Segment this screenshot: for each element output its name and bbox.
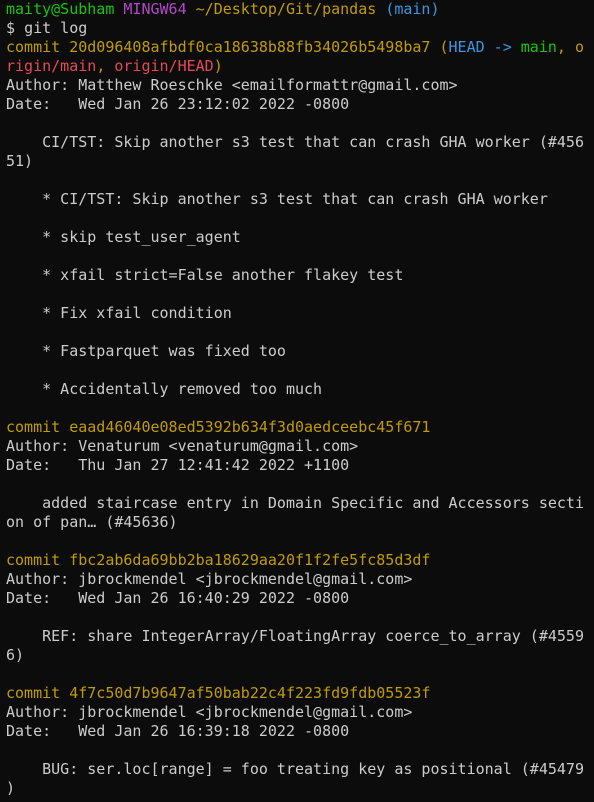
commit-message-line: * skip test_user_agent — [6, 228, 241, 246]
commit-message-line: added staircase entry in Domain Specific… — [6, 494, 584, 512]
commit-header: commit fbc2ab6da69bb2ba18629aa20f1f2fe5f… — [6, 551, 594, 570]
commit-hash: 20d096408afbdf0ca18638b88fb34026b5498ba7 — [69, 38, 431, 56]
commit-message-line — [6, 323, 594, 342]
commit-header: commit 20d096408afbdf0ca18638b88fb34026b… — [6, 38, 584, 56]
command-text: git log — [24, 19, 88, 37]
commit-date: Date: Thu Jan 27 12:41:42 2022 +1100 — [6, 456, 350, 474]
commit-author: Author: jbrockmendel <jbrockmendel@gmail… — [6, 570, 413, 588]
command-line[interactable]: $ git log — [6, 19, 594, 38]
prompt-line: maity@Subham MINGW64 ~/Desktop/Git/panda… — [6, 0, 594, 19]
commit-message-line — [6, 361, 594, 380]
commit-header: commit 4f7c50d7b9647af50bab22c4f223fd9fd… — [6, 684, 594, 703]
commit-header: commit eaad46040e08ed5392b634f3d0aedceeb… — [6, 418, 594, 437]
ref-head: HEAD -> — [448, 38, 521, 56]
prompt-user-host: maity@Subham — [6, 0, 115, 18]
commit-label: commit — [6, 38, 61, 56]
terminal-window[interactable]: maity@Subham MINGW64 ~/Desktop/Git/panda… — [0, 0, 594, 802]
commit-message-line: 51) — [6, 152, 34, 170]
ref-origin-head: origin/HEAD — [114, 57, 214, 75]
commit-label: commit — [6, 418, 61, 436]
commit-message-line — [6, 285, 594, 304]
prompt-path: ~/Desktop/Git/pandas — [195, 0, 377, 18]
commit-date: Date: Wed Jan 26 23:12:02 2022 -0800 — [6, 95, 350, 113]
commit-message-line — [6, 171, 594, 190]
ref-origin-main: rigin/main — [6, 57, 97, 75]
commit-hash: 4f7c50d7b9647af50bab22c4f223fd9fdb05523f — [69, 684, 431, 702]
commit-message-line: * Fix xfail condition — [6, 304, 232, 322]
commit-hash: eaad46040e08ed5392b634f3d0aedceebc45f671 — [69, 418, 431, 436]
prompt-symbol: $ — [6, 19, 16, 37]
commit-message-line: BUG: ser.loc[range] = foo treating key a… — [6, 760, 584, 778]
commit-author: Author: Venaturum <venaturum@gmail.com> — [6, 437, 359, 455]
commit-date: Date: Wed Jan 26 16:40:29 2022 -0800 — [6, 589, 350, 607]
prompt-env: MINGW64 — [123, 0, 187, 18]
commit-message-line: on of pan… (#45636) — [6, 513, 178, 531]
commit-message-line: * xfail strict=False another flakey test — [6, 266, 404, 284]
ref-main: main — [520, 38, 557, 56]
commit-message-line: * Fastparquet was fixed too — [6, 342, 286, 360]
commit-message-line: CI/TST: Skip another s3 test that can cr… — [6, 133, 584, 151]
commit-message-line: 6) — [6, 646, 25, 664]
commit-author: Author: jbrockmendel <jbrockmendel@gmail… — [6, 703, 413, 721]
commit-hash: fbc2ab6da69bb2ba18629aa20f1f2fe5fc85d3df — [69, 551, 431, 569]
commit-label: commit — [6, 684, 61, 702]
commit-message-line — [6, 247, 594, 266]
commit-header-wrap: rigin/main, origin/HEAD) — [6, 57, 223, 75]
commit-date: Date: Wed Jan 26 16:39:18 2022 -0800 — [6, 722, 350, 740]
commit-message-line — [6, 209, 594, 228]
commit-message-line: REF: share IntegerArray/FloatingArray co… — [6, 627, 584, 645]
commit-message-line: * CI/TST: Skip another s3 test that can … — [6, 190, 548, 208]
commit-label: commit — [6, 551, 61, 569]
prompt-branch: (main) — [385, 0, 440, 18]
commit-message-line: * Accidentally removed too much — [6, 380, 323, 398]
commit-author: Author: Matthew Roeschke <emailformattr@… — [6, 76, 458, 94]
commit-message-line: ) — [6, 779, 16, 797]
